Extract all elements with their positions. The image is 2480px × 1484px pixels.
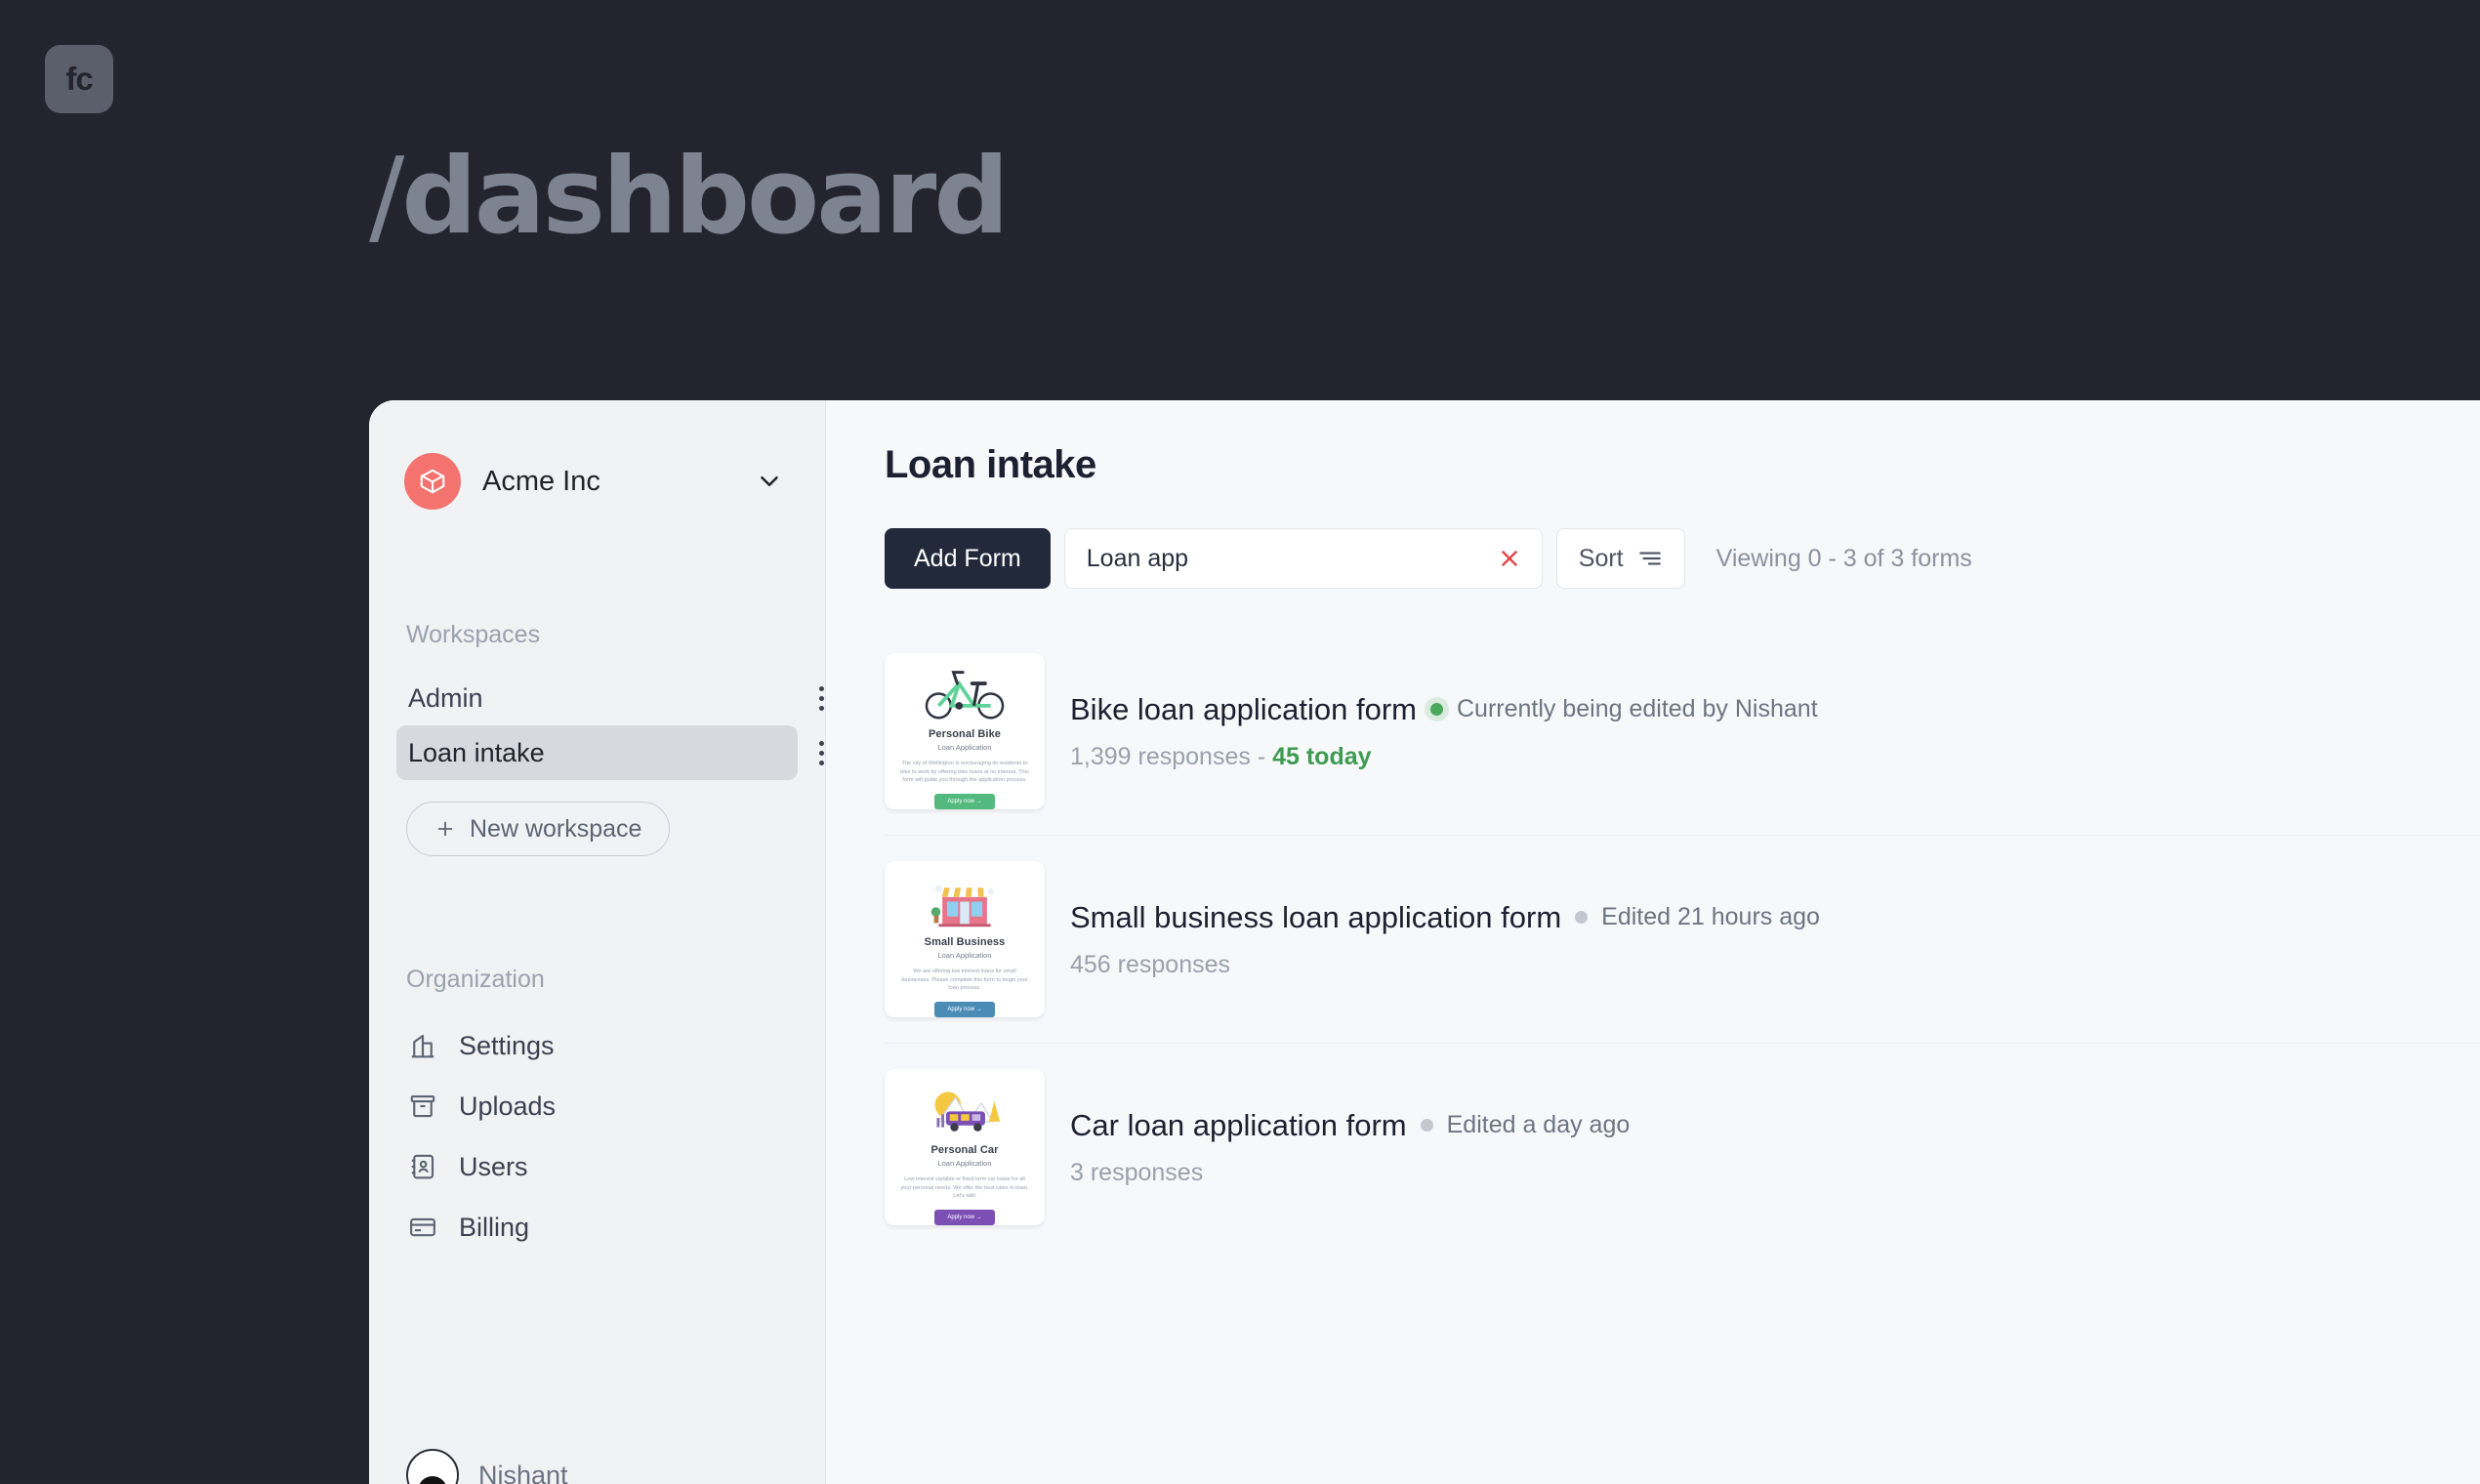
sidebar-item-label: Users — [459, 1151, 528, 1181]
sidebar-item-admin[interactable]: Admin — [396, 671, 824, 725]
new-workspace-button[interactable]: New workspace — [406, 802, 671, 856]
thumb-apply-button: Apply now → — [934, 1002, 995, 1017]
form-thumbnail: Personal Car Loan Application Low intere… — [885, 1069, 1045, 1225]
form-title: Small business loan application form — [1070, 899, 1562, 934]
bicycle-illustration — [925, 671, 1005, 720]
add-form-button[interactable]: Add Form — [885, 528, 1051, 589]
meta-separator: - — [1257, 742, 1266, 770]
toolbar: Add Form Loan app Sort Viewing 0 - 3 of … — [885, 528, 2480, 589]
sidebar-item-settings[interactable]: Settings — [396, 1015, 798, 1076]
page-title: /dashboard — [369, 144, 1010, 250]
form-thumbnail: Small Business Loan Application We are o… — [885, 861, 1045, 1017]
today-count: 45 today — [1272, 742, 1372, 770]
sidebar-item-label: Loan intake — [408, 737, 545, 767]
package-box-icon — [404, 453, 461, 510]
table-row[interactable]: Personal Car Loan Application Low intere… — [885, 1043, 2480, 1251]
thumb-subtitle: Loan Application — [937, 1159, 992, 1169]
page-title-slash: / — [369, 136, 404, 258]
status-badge: Edited 21 hours ago — [1601, 903, 1820, 930]
thumb-subtitle: Loan Application — [937, 743, 992, 753]
organization-section-label: Organization — [406, 966, 545, 993]
response-count: 1,399 responses — [1070, 742, 1251, 770]
app-panel: Acme Inc Workspaces Admin Loan intake Ne… — [369, 400, 2480, 1484]
sidebar-item-label: Uploads — [459, 1091, 557, 1121]
sidebar-item-label: Settings — [459, 1030, 555, 1060]
app-logo-text: fc — [65, 61, 93, 97]
sidebar-item-label: Billing — [459, 1212, 530, 1242]
sidebar-item-users[interactable]: Users — [396, 1136, 798, 1197]
sidebar-item-uploads[interactable]: Uploads — [396, 1076, 798, 1136]
page-title-text: dashboard — [401, 136, 1009, 258]
workspace-title: Loan intake — [885, 443, 1096, 486]
form-list: Personal Bike Loan Application The city … — [885, 628, 2480, 1251]
avatar — [406, 1449, 459, 1484]
thumb-title: Personal Car — [930, 1144, 999, 1157]
sort-lines-icon — [1638, 552, 1661, 565]
form-title: Bike loan application form — [1070, 691, 1417, 726]
sort-button[interactable]: Sort — [1555, 528, 1685, 589]
viewing-count: Viewing 0 - 3 of 3 forms — [1715, 544, 1972, 572]
thumb-body: The city of Wellington is encouraging it… — [900, 761, 1029, 784]
contact-card-icon — [411, 1154, 434, 1179]
building-icon — [411, 1034, 434, 1058]
camper-van-illustration — [934, 1092, 1001, 1132]
thumb-body: Low interest variable or fixed term car … — [900, 1176, 1029, 1200]
thumb-apply-button: Apply now → — [934, 794, 995, 809]
form-info: Small business loan application form Edi… — [1070, 900, 2480, 979]
thumb-body: We are offering low interest loans for s… — [901, 969, 1028, 992]
app-logo-badge[interactable]: fc — [45, 45, 113, 113]
plus-icon — [437, 821, 453, 837]
credit-card-icon — [410, 1217, 435, 1237]
sidebar: Acme Inc Workspaces Admin Loan intake Ne… — [369, 400, 826, 1484]
main-content: Loan intake Add Form Loan app Sort Viewi… — [826, 400, 2480, 1484]
sidebar-item-billing[interactable]: Billing — [396, 1197, 798, 1257]
org-name: Acme Inc — [482, 465, 600, 497]
user-menu[interactable]: Nishant — [406, 1449, 568, 1484]
table-row[interactable]: Small Business Loan Application We are o… — [885, 835, 2480, 1043]
thumb-apply-button: Apply now → — [934, 1210, 995, 1225]
archive-box-icon — [410, 1094, 435, 1118]
thumb-subtitle: Loan Application — [937, 951, 992, 961]
status-dot — [1420, 1119, 1433, 1132]
org-switcher[interactable]: Acme Inc — [396, 447, 798, 515]
response-count: 3 responses — [1070, 1158, 1204, 1186]
storefront-illustration — [930, 885, 994, 928]
screen: fc /dashboard Acme Inc Workspaces Admin — [0, 0, 2480, 1484]
table-row[interactable]: Personal Bike Loan Application The city … — [885, 628, 2480, 835]
status-badge: Currently being edited by Nishant — [1456, 695, 1818, 722]
form-title: Car loan application form — [1070, 1107, 1407, 1142]
sidebar-item-loan-intake[interactable]: Loan intake — [396, 725, 824, 780]
user-name: Nishant — [478, 1460, 568, 1484]
thumb-title: Small Business — [924, 936, 1006, 949]
status-dot — [1429, 703, 1443, 716]
form-info: Car loan application form Edited a day a… — [1070, 1108, 2480, 1187]
status-badge: Edited a day ago — [1446, 1111, 1631, 1138]
thumb-title: Personal Bike — [928, 728, 1002, 741]
status-dot — [1575, 911, 1589, 924]
chevron-down-icon[interactable] — [755, 467, 784, 496]
sort-label: Sort — [1578, 544, 1624, 572]
form-thumbnail: Personal Bike Loan Application The city … — [885, 653, 1045, 809]
response-count: 456 responses — [1070, 950, 1231, 978]
search-input[interactable]: Loan app — [1063, 528, 1543, 589]
workspaces-section-label: Workspaces — [406, 621, 541, 648]
close-x-icon[interactable] — [1497, 546, 1522, 571]
sidebar-item-label: Admin — [408, 682, 483, 713]
form-info: Bike loan application form Currently bei… — [1070, 692, 2480, 771]
search-value: Loan app — [1086, 544, 1189, 572]
new-workspace-label: New workspace — [470, 814, 642, 843]
